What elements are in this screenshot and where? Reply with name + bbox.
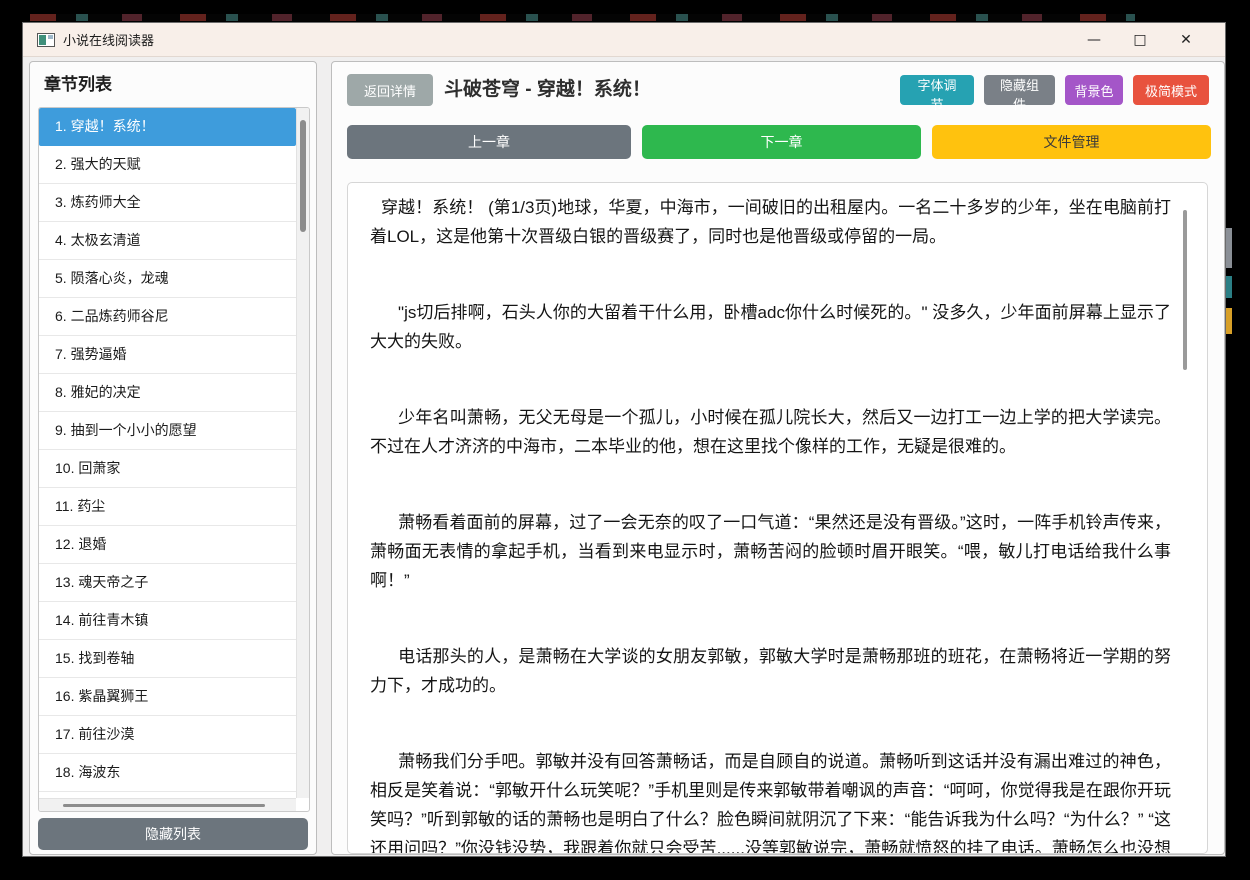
chapter-label: 10. 回萧家 bbox=[55, 460, 121, 476]
chapter-list-item[interactable]: 16. 紫晶翼狮王 bbox=[39, 678, 296, 716]
chapter-label: 15. 找到卷轴 bbox=[55, 650, 135, 666]
close-button[interactable]: ✕ bbox=[1163, 23, 1209, 57]
maximize-button[interactable]: □ bbox=[1117, 23, 1163, 57]
chapter-list-item[interactable]: 7. 强势逼婚 bbox=[39, 336, 296, 374]
vertical-scrollbar-thumb[interactable] bbox=[300, 120, 306, 232]
chapter-list-item[interactable]: 1. 穿越！系统！ bbox=[39, 108, 296, 146]
chapter-list-item[interactable]: 13. 魂天帝之子 bbox=[39, 564, 296, 602]
background-window-fragment bbox=[1226, 276, 1232, 298]
novel-paragraph: 少年名叫萧畅，无父无母是一个孤儿，小时候在孤儿院长大，然后又一边打工一边上学的把… bbox=[370, 408, 1171, 456]
chapter-list-item[interactable]: 11. 药尘 bbox=[39, 488, 296, 526]
chapter-list-vertical-scrollbar[interactable] bbox=[296, 108, 309, 798]
minimal-mode-button[interactable]: 极简模式 bbox=[1133, 75, 1209, 105]
chapter-label: 6. 二品炼药师谷尼 bbox=[55, 308, 169, 324]
chapter-sidebar: 章节列表 1. 穿越！系统！ 2. 强大的天赋 3. 炼药师大全 4. 太极玄清… bbox=[29, 61, 317, 855]
chapter-title: 斗破苍穹 - 穿越！系统！ bbox=[444, 79, 651, 100]
chapter-list-item[interactable]: 10. 回萧家 bbox=[39, 450, 296, 488]
chapter-list-item[interactable]: 15. 找到卷轴 bbox=[39, 640, 296, 678]
chapter-label: 16. 紫晶翼狮王 bbox=[55, 688, 149, 704]
app-window: 小说在线阅读器 — □ ✕ 章节列表 1. 穿越！系统！ 2. 强大的天赋 3.… bbox=[22, 22, 1226, 857]
chapter-label: 1. 穿越！系统！ bbox=[55, 118, 155, 134]
chapter-list-item[interactable]: 5. 陨落心炎，龙魂 bbox=[39, 260, 296, 298]
chapter-label: 14. 前往青木镇 bbox=[55, 612, 149, 628]
window-titlebar: 小说在线阅读器 — □ ✕ bbox=[23, 23, 1225, 57]
novel-paragraph: 萧畅我们分手吧。郭敏并没有回答萧畅话，而是自顾自的说道。萧畅听到这话并没有漏出难… bbox=[370, 752, 1171, 854]
chapter-label: 8. 雅妃的决定 bbox=[55, 384, 141, 400]
chapter-list-item[interactable]: 14. 前往青木镇 bbox=[39, 602, 296, 640]
chapter-label: 4. 太极玄清道 bbox=[55, 232, 141, 248]
chapter-label: 2. 强大的天赋 bbox=[55, 156, 141, 172]
prev-chapter-button[interactable]: 上一章 bbox=[347, 125, 631, 159]
chapter-label: 11. 药尘 bbox=[55, 498, 106, 514]
novel-paragraph: 穿越！系统！ (第1/3页)地球，华夏，中海市，一间破旧的出租屋内。一名二十多岁… bbox=[370, 198, 1171, 246]
hide-components-button[interactable]: 隐藏组件 bbox=[984, 75, 1055, 112]
chapter-list-item[interactable]: 4. 太极玄清道 bbox=[39, 222, 296, 260]
chapter-label: 17. 前往沙漠 bbox=[55, 726, 135, 742]
chapter-list-item[interactable]: 18. 海波东 bbox=[39, 754, 296, 792]
chapter-label: 3. 炼药师大全 bbox=[55, 194, 141, 210]
novel-paragraph: "js切后排啊，石头人你的大留着干什么用，卧槽adc你什么时候死的。" 没多久，… bbox=[370, 303, 1171, 351]
sidebar-heading: 章节列表 bbox=[44, 75, 112, 94]
app-icon bbox=[37, 32, 55, 47]
chapter-list: 1. 穿越！系统！ 2. 强大的天赋 3. 炼药师大全 4. 太极玄清道 5. … bbox=[38, 107, 310, 812]
header-actions: 字体调节 隐藏组件 背景色 极简模式 bbox=[900, 75, 1209, 112]
chapter-list-item[interactable]: 2. 强大的天赋 bbox=[39, 146, 296, 184]
file-manager-button[interactable]: 文件管理 bbox=[932, 125, 1211, 159]
chapter-label: 18. 海波东 bbox=[55, 764, 121, 780]
reader-panel: 返回详情 斗破苍穹 - 穿越！系统！ 字体调节 隐藏组件 背景色 极简模式 上一… bbox=[331, 61, 1225, 855]
chapter-list-item[interactable]: 17. 前往沙漠 bbox=[39, 716, 296, 754]
chapter-label: 12. 退婚 bbox=[55, 536, 107, 552]
reading-area-scrollbar[interactable] bbox=[1183, 210, 1187, 370]
chapter-list-horizontal-scrollbar[interactable] bbox=[39, 798, 296, 811]
chapter-label: 9. 抽到一个小小的愿望 bbox=[55, 422, 197, 438]
reading-area[interactable]: 穿越！系统！ (第1/3页)地球，华夏，中海市，一间破旧的出租屋内。一名二十多岁… bbox=[347, 182, 1208, 854]
font-adjust-button[interactable]: 字体调节 bbox=[900, 75, 974, 112]
desktop-background: 小说在线阅读器 — □ ✕ 章节列表 1. 穿越！系统！ 2. 强大的天赋 3.… bbox=[0, 0, 1250, 880]
hide-list-button[interactable]: 隐藏列表 bbox=[38, 818, 308, 850]
background-window-fragment bbox=[1226, 308, 1232, 334]
chapter-label: 5. 陨落心炎，龙魂 bbox=[55, 270, 169, 286]
chapter-list-items: 1. 穿越！系统！ 2. 强大的天赋 3. 炼药师大全 4. 太极玄清道 5. … bbox=[39, 108, 296, 792]
minimize-button[interactable]: — bbox=[1071, 23, 1117, 57]
novel-text: 穿越！系统！ (第1/3页)地球，华夏，中海市，一间破旧的出租屋内。一名二十多岁… bbox=[348, 183, 1207, 854]
chapter-list-item[interactable]: 3. 炼药师大全 bbox=[39, 184, 296, 222]
window-controls: — □ ✕ bbox=[1071, 23, 1209, 57]
chapter-list-item[interactable]: 9. 抽到一个小小的愿望 bbox=[39, 412, 296, 450]
background-window-fragment bbox=[30, 14, 1135, 21]
novel-paragraph: 萧畅看着面前的屏幕，过了一会无奈的叹了一口气道：“果然还是没有晋级。”这时，一阵… bbox=[370, 513, 1171, 590]
back-to-details-button[interactable]: 返回详情 bbox=[347, 74, 433, 106]
chapter-label: 7. 强势逼婚 bbox=[55, 346, 127, 362]
horizontal-scrollbar-thumb[interactable] bbox=[63, 804, 265, 807]
background-color-button[interactable]: 背景色 bbox=[1065, 75, 1123, 105]
window-title: 小说在线阅读器 bbox=[63, 33, 155, 48]
chapter-list-item[interactable]: 12. 退婚 bbox=[39, 526, 296, 564]
chapter-list-item[interactable]: 8. 雅妃的决定 bbox=[39, 374, 296, 412]
chapter-list-item[interactable]: 6. 二品炼药师谷尼 bbox=[39, 298, 296, 336]
background-window-fragment bbox=[1226, 228, 1232, 268]
next-chapter-button[interactable]: 下一章 bbox=[642, 125, 921, 159]
novel-paragraph: 电话那头的人，是萧畅在大学谈的女朋友郭敏，郭敏大学时是萧畅那班的班花，在萧畅将近… bbox=[370, 647, 1171, 695]
chapter-label: 13. 魂天帝之子 bbox=[55, 574, 149, 590]
